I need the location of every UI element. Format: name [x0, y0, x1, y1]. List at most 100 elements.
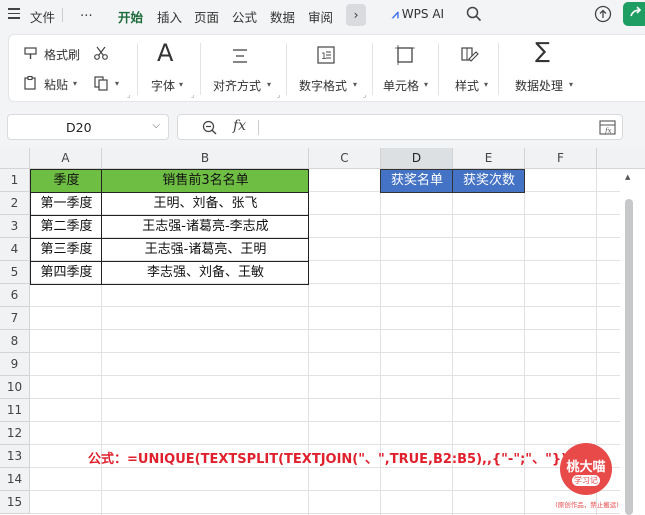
table-border — [30, 284, 309, 285]
cell-b4[interactable]: 王志强-诸葛亮、王明 — [102, 239, 309, 261]
share-button[interactable] — [623, 2, 645, 26]
row-header-9[interactable]: 9 — [0, 353, 30, 376]
cell-d1[interactable]: 获奖名单 — [381, 170, 453, 192]
paste-icon[interactable] — [23, 75, 39, 91]
tab-review[interactable]: 审阅 — [308, 7, 333, 26]
row-header-14[interactable]: 14 — [0, 468, 30, 491]
row-header-13[interactable]: 13 — [0, 445, 30, 468]
gridline — [30, 513, 620, 514]
cloud-sync-icon[interactable] — [594, 5, 612, 23]
zoom-icon[interactable] — [202, 120, 217, 135]
cell-a5[interactable]: 第四季度 — [31, 262, 102, 284]
chevron-down-icon[interactable]: ⌵ — [152, 120, 160, 131]
data-processing-label[interactable]: 数据处理 — [515, 77, 563, 94]
tabs-overflow-button[interactable]: › — [346, 4, 366, 26]
table-border — [30, 169, 309, 170]
tab-page[interactable]: 页面 — [194, 7, 219, 26]
number-group-launcher-icon[interactable]: ⌟ — [363, 91, 366, 99]
paste-dropdown-icon[interactable]: ▾ — [73, 79, 77, 88]
style-dropdown-icon[interactable]: ▾ — [484, 80, 488, 89]
tab-home[interactable]: 开始 — [118, 7, 144, 32]
more-menu[interactable]: ⋯ — [80, 7, 93, 22]
row-header-7[interactable]: 7 — [0, 307, 30, 330]
cell-b3[interactable]: 王志强-诸葛亮-李志成 — [102, 216, 309, 238]
copy-icon[interactable] — [93, 75, 109, 91]
row-header-5[interactable]: 5 — [0, 261, 30, 284]
alignment-dropdown-icon[interactable]: ▾ — [267, 80, 271, 89]
font-group-launcher-icon[interactable]: ⌟ — [191, 91, 194, 99]
scissors-icon[interactable] — [93, 45, 109, 61]
formula-expand-icon[interactable]: fx — [599, 120, 616, 135]
search-icon[interactable] — [466, 6, 482, 22]
menu-bar: 文件 ⋯ 开始 插入 页面 公式 数据 审阅 › ⩘ WPS AI — [0, 0, 645, 32]
formula-input[interactable]: fx fx — [177, 114, 623, 140]
column-header-e[interactable]: E — [453, 148, 525, 169]
cell-a3[interactable]: 第二季度 — [31, 216, 102, 238]
align-icon[interactable] — [231, 47, 249, 65]
cell-b1[interactable]: 销售前3名名单 — [102, 170, 309, 192]
row-header-2[interactable]: 2 — [0, 192, 30, 215]
cell-a1[interactable]: 季度 — [31, 170, 102, 192]
number-format-icon[interactable]: 1 — [316, 45, 336, 65]
row-header-1[interactable]: 1 — [0, 169, 30, 192]
sum-icon[interactable]: ∑ — [535, 39, 550, 64]
cell-a4[interactable]: 第三季度 — [31, 239, 102, 261]
cell-icon[interactable] — [395, 45, 415, 65]
font-icon[interactable]: A — [157, 39, 173, 67]
watermark-logo: 桃大喵 学习记 — [560, 443, 612, 495]
column-header-b[interactable]: B — [102, 148, 309, 169]
column-header-c[interactable]: C — [309, 148, 381, 169]
gridline — [30, 398, 620, 399]
select-all-corner[interactable] — [0, 148, 30, 169]
font-dropdown-icon[interactable]: ▾ — [179, 80, 183, 89]
column-header-f[interactable]: F — [525, 148, 597, 169]
hamburger-menu-icon[interactable] — [8, 8, 20, 20]
style-icon[interactable] — [460, 45, 480, 65]
cell-dropdown-icon[interactable]: ▾ — [424, 80, 428, 89]
data-processing-dropdown-icon[interactable]: ▾ — [569, 80, 573, 89]
alignment-label[interactable]: 对齐方式 — [213, 77, 261, 94]
column-header-d[interactable]: D — [381, 148, 453, 169]
file-menu[interactable]: 文件 — [30, 7, 55, 26]
ribbon-divider — [372, 43, 373, 95]
row-header-3[interactable]: 3 — [0, 215, 30, 238]
column-header-a[interactable]: A — [30, 148, 102, 169]
cell-b2[interactable]: 王明、刘备、张飞 — [102, 193, 309, 215]
menu-divider — [62, 8, 63, 22]
alignment-group-launcher-icon[interactable]: ⌟ — [277, 91, 280, 99]
tab-data[interactable]: 数据 — [270, 7, 295, 26]
svg-text:1: 1 — [321, 52, 327, 62]
row-header-15[interactable]: 15 — [0, 491, 30, 514]
wps-ai-button[interactable]: ⩘ WPS AI — [392, 7, 444, 22]
cell-b5[interactable]: 李志强、刘备、王敏 — [102, 262, 309, 284]
row-header-12[interactable]: 12 — [0, 422, 30, 445]
paste-label[interactable]: 粘贴 — [44, 76, 68, 93]
cell-a2[interactable]: 第一季度 — [31, 193, 102, 215]
name-box[interactable]: D20 ⌵ — [7, 114, 169, 140]
tab-insert[interactable]: 插入 — [157, 7, 182, 26]
row-header-8[interactable]: 8 — [0, 330, 30, 353]
tab-formula[interactable]: 公式 — [232, 7, 257, 26]
row-header-11[interactable]: 11 — [0, 399, 30, 422]
font-label[interactable]: 字体 — [151, 77, 175, 94]
ribbon-divider — [498, 43, 499, 95]
scroll-up-icon[interactable]: ▲ — [625, 173, 630, 181]
gridline — [30, 329, 620, 330]
copy-dropdown-icon[interactable]: ▾ — [115, 79, 119, 88]
table-border — [308, 169, 309, 285]
row-header-10[interactable]: 10 — [0, 376, 30, 399]
scrollbar-thumb[interactable] — [625, 199, 633, 515]
gridline — [30, 444, 620, 445]
style-label[interactable]: 样式 — [455, 77, 479, 94]
format-painter-label[interactable]: 格式刷 — [44, 46, 80, 63]
number-format-label[interactable]: 数字格式 — [299, 77, 347, 94]
row-header-4[interactable]: 4 — [0, 238, 30, 261]
vertical-scrollbar[interactable]: ▲ — [620, 169, 645, 515]
cell-e1[interactable]: 获奖次数 — [453, 170, 525, 192]
cell-label[interactable]: 单元格 — [383, 77, 419, 94]
insert-function-button[interactable]: fx — [233, 118, 246, 134]
clipboard-group-launcher-icon[interactable]: ⌟ — [127, 91, 130, 99]
number-format-dropdown-icon[interactable]: ▾ — [353, 80, 357, 89]
row-header-6[interactable]: 6 — [0, 284, 30, 307]
format-painter-icon[interactable] — [23, 45, 39, 61]
